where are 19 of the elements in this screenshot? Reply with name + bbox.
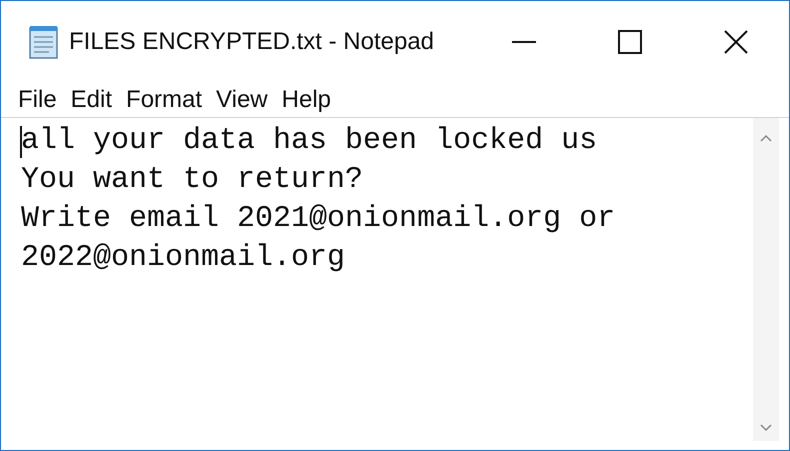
maximize-icon	[616, 28, 644, 56]
text-cursor	[20, 126, 22, 158]
menu-item[interactable]: File	[11, 86, 64, 114]
text-line: You want to return?	[21, 162, 364, 199]
scroll-up-icon[interactable]	[759, 133, 773, 143]
close-icon	[722, 28, 750, 56]
notepad-icon	[27, 24, 61, 60]
text-line: all your data has been locked us	[21, 123, 598, 160]
menu-item[interactable]: View	[209, 86, 275, 114]
scroll-down-icon[interactable]	[759, 423, 773, 433]
menu-item[interactable]: Edit	[64, 86, 120, 114]
menu-item[interactable]: Format	[119, 86, 210, 114]
text-line: 2022@onionmail.org	[21, 240, 346, 277]
scrollbar[interactable]	[753, 118, 779, 441]
menu-item[interactable]: Help	[274, 86, 338, 114]
text-area[interactable]: all your data has been locked us You want to return? Write email 2021@onionmail.org or 2022@onionmail.org	[1, 118, 753, 441]
text-line: Write email 2021@onionmail.org or	[21, 201, 616, 238]
minimize-icon	[512, 41, 536, 43]
window-title: FILES ENCRYPTED.txt - Notepad	[69, 28, 434, 56]
